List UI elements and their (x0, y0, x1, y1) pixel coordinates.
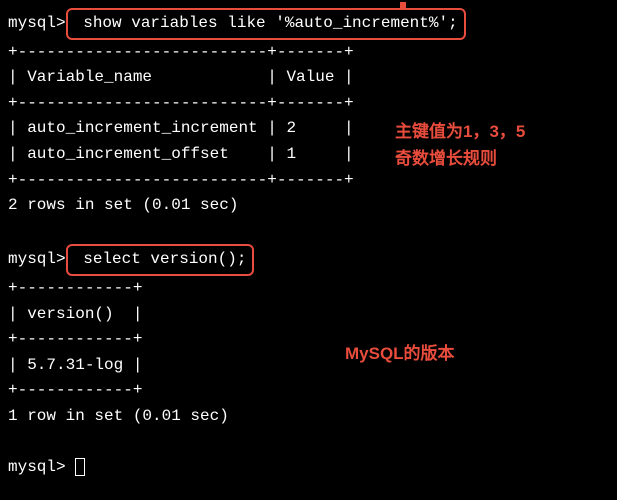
command-highlight-2: select version(); (66, 244, 255, 276)
command-text-2: select version(); (74, 250, 247, 268)
table-header-row: | Variable_name | Value | (8, 65, 609, 91)
table-row: | 5.7.31-log | (8, 353, 609, 379)
table-header-row: | version() | (8, 302, 609, 328)
annotation-mysql-version: MySQL的版本 (345, 340, 455, 367)
table-separator: +------------+ (8, 327, 609, 353)
annotation-text: 主键值为1，3，5 (395, 118, 525, 145)
command-text-1: show variables like '%auto_increment%'; (74, 14, 458, 32)
prompt-line-3[interactable]: mysql> (8, 455, 609, 481)
table-separator: +--------------------------+-------+ (8, 40, 609, 66)
table-separator: +------------+ (8, 378, 609, 404)
annotation-text: 奇数增长规则 (395, 145, 525, 172)
mysql-prompt: mysql> (8, 250, 66, 268)
prompt-line-1: mysql> show variables like '%auto_increm… (8, 8, 609, 40)
result-summary: 1 row in set (0.01 sec) (8, 404, 609, 430)
mysql-prompt: mysql> (8, 14, 66, 32)
blank-line (8, 219, 609, 245)
prompt-line-2: mysql> select version(); (8, 244, 609, 276)
annotation-text: MySQL的版本 (345, 344, 455, 363)
cursor-icon (75, 458, 85, 476)
command-highlight-1: show variables like '%auto_increment%'; (66, 8, 466, 40)
annotation-primary-key: 主键值为1，3，5 奇数增长规则 (395, 118, 525, 172)
decoration-tick (400, 2, 406, 10)
mysql-prompt: mysql> (8, 458, 75, 476)
table-separator: +------------+ (8, 276, 609, 302)
blank-line (8, 430, 609, 456)
result-summary: 2 rows in set (0.01 sec) (8, 193, 609, 219)
table-separator: +--------------------------+-------+ (8, 91, 609, 117)
